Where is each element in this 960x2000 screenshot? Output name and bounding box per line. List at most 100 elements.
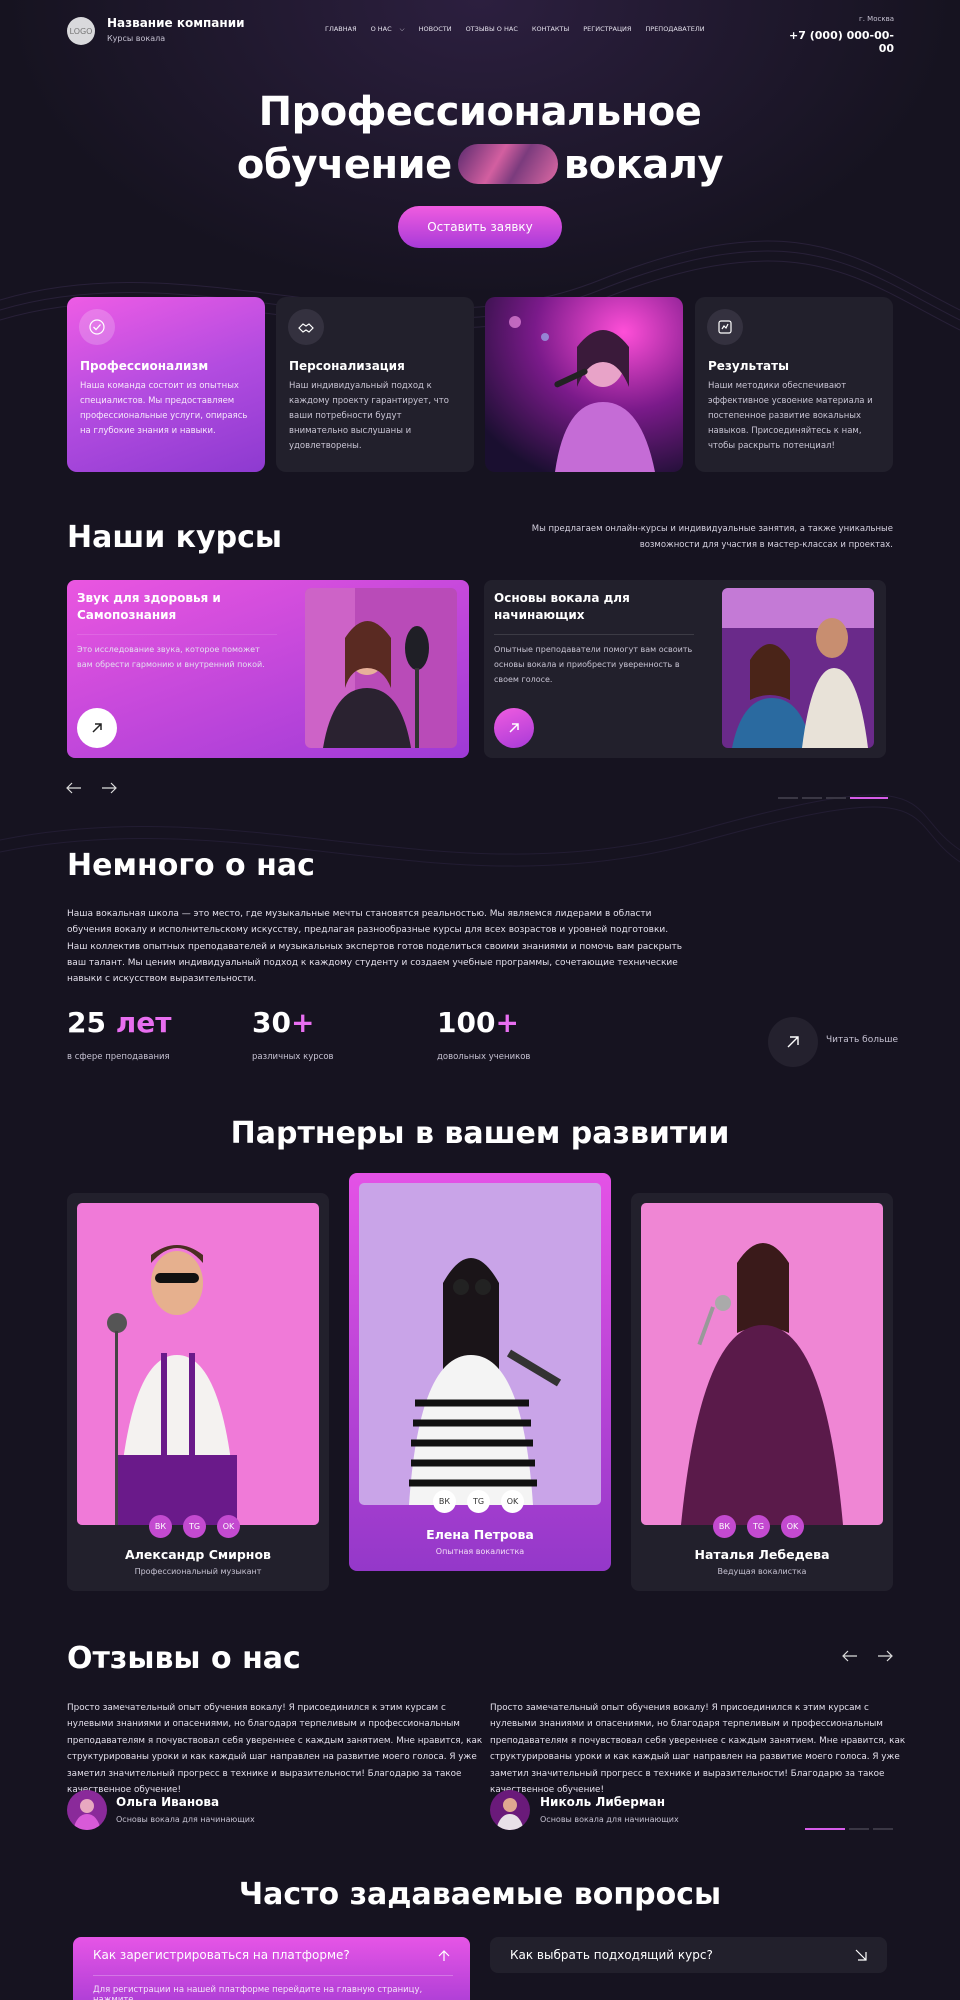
- reviewer-avatar: [490, 1790, 530, 1830]
- about-title: Немного о нас: [67, 848, 315, 883]
- page-dot-active[interactable]: [805, 1828, 845, 1830]
- read-more-button[interactable]: [768, 1017, 818, 1067]
- courses-title: Наши курсы: [67, 520, 282, 555]
- about-text: Наша вокальная школа — это место, где му…: [67, 909, 683, 985]
- logo[interactable]: LOGO: [67, 17, 95, 45]
- page-dot-active[interactable]: [850, 797, 888, 799]
- chart-check-icon: [707, 309, 743, 345]
- arrow-up-right-icon: [92, 723, 102, 733]
- stat-suffix: +: [290, 1006, 315, 1039]
- stat-label: различных курсов: [252, 1052, 334, 1062]
- partner-name: Александр Смирнов: [125, 1547, 271, 1562]
- partner-photo: [641, 1203, 883, 1525]
- faq-item-open[interactable]: Как зарегистрироваться на платформе? Для…: [73, 1937, 470, 2000]
- reviews-pagination: [805, 1828, 893, 1830]
- vk-icon[interactable]: ВК: [149, 1515, 172, 1538]
- courses-next-button[interactable]: [99, 780, 119, 796]
- feature-card-results: Результаты Наши методики обеспечивают эф…: [695, 297, 893, 472]
- ok-icon[interactable]: OK: [781, 1515, 804, 1538]
- faq-item[interactable]: Как выбрать подходящий курс?: [490, 1937, 887, 1973]
- arrow-up-right-icon: [787, 1036, 799, 1048]
- course-photo: [722, 588, 874, 748]
- nav-item-contacts[interactable]: Контакты: [532, 25, 569, 34]
- telegram-icon[interactable]: TG: [183, 1515, 206, 1538]
- partner-card-2[interactable]: ВК TG OK Елена Петрова Опытная вокалистк…: [349, 1173, 611, 1571]
- feature-title: Результаты: [708, 359, 789, 373]
- request-button[interactable]: Оставить заявку: [398, 206, 562, 248]
- review-text: Просто замечательный опыт обучения вокал…: [67, 1703, 483, 1796]
- faq-answer: Для регистрации на нашей платформе перей…: [93, 1985, 423, 2000]
- partner-role: Ведущая вокалистка: [717, 1567, 807, 1576]
- ok-icon[interactable]: OK: [501, 1490, 524, 1513]
- company-subtitle: Курсы вокала: [107, 34, 166, 43]
- city-label: г. Москва: [859, 15, 894, 23]
- vk-icon[interactable]: ВК: [713, 1515, 736, 1538]
- partner-card-1[interactable]: ВК TG OK Александр Смирнов Профессиональ…: [67, 1193, 329, 1591]
- reviews-prev-button[interactable]: [840, 1648, 860, 1664]
- faq-title: Часто задаваемые вопросы: [238, 1877, 722, 1912]
- page-dot[interactable]: [826, 797, 846, 799]
- course-open-button[interactable]: [494, 708, 534, 748]
- hero-title-word1: обучение: [236, 142, 452, 188]
- stat-number: 100: [437, 1006, 496, 1039]
- page-dot[interactable]: [873, 1828, 893, 1830]
- nav-item-teachers[interactable]: Преподаватели: [645, 25, 704, 34]
- reviewer-course: Основы вокала для начинающих: [540, 1815, 679, 1824]
- hero-title: Профессиональное обучение вокалу: [0, 86, 960, 192]
- telegram-icon[interactable]: TG: [467, 1490, 490, 1513]
- read-more-link[interactable]: Читать больше: [826, 1035, 898, 1045]
- arrow-left-icon: [66, 782, 81, 794]
- faq-question: Как зарегистрироваться на платформе?: [93, 1948, 350, 1962]
- courses-pagination: [778, 797, 888, 799]
- reviews-title: Отзывы о нас: [67, 1641, 301, 1676]
- nav-item-news[interactable]: Новости: [419, 25, 452, 34]
- ok-icon[interactable]: OK: [217, 1515, 240, 1538]
- page-dot[interactable]: [802, 797, 822, 799]
- reviews-next-button[interactable]: [875, 1648, 895, 1664]
- feature-card-professionalism: Профессионализм Наша команда состоит из …: [67, 297, 265, 472]
- phone-link[interactable]: +7 (000) 000-00-00: [780, 29, 894, 55]
- partner-photo: [77, 1203, 319, 1525]
- stat-number: 25: [67, 1006, 106, 1039]
- vk-icon[interactable]: ВК: [433, 1490, 456, 1513]
- courses-prev-button[interactable]: [64, 780, 84, 796]
- stat-label: в сфере преподавания: [67, 1052, 170, 1062]
- nav-item-about[interactable]: О нас ⌵: [371, 25, 405, 34]
- singer-photo: [485, 297, 683, 472]
- arrow-up-icon: [438, 1950, 450, 1961]
- review-text: Просто замечательный опыт обучения вокал…: [490, 1703, 906, 1796]
- nav-item-registration[interactable]: Регистрация: [583, 25, 631, 34]
- hero-pill-image: [457, 144, 558, 184]
- page-dot[interactable]: [778, 797, 798, 799]
- stat-label: довольных учеников: [437, 1052, 531, 1062]
- arrow-up-right-icon: [509, 723, 519, 733]
- partner-card-3[interactable]: ВК TG OK Наталья Лебедева Ведущая вокали…: [631, 1193, 893, 1591]
- stat-years: 25 лет: [67, 1006, 171, 1039]
- stat-suffix: лет: [105, 1006, 172, 1039]
- partner-photo: [359, 1183, 601, 1505]
- partner-role: Профессиональный музыкант: [134, 1567, 262, 1576]
- company-name: Название компании: [107, 16, 245, 30]
- page-dot[interactable]: [849, 1828, 869, 1830]
- course-card-2[interactable]: Основы вокала для начинающих Опытные пре…: [484, 580, 886, 758]
- stat-number: 30: [252, 1006, 291, 1039]
- reviewer-name: Николь Либерман: [540, 1795, 666, 1809]
- nav-item-reviews[interactable]: Отзывы о нас: [466, 25, 518, 34]
- feature-title: Профессионализм: [80, 359, 209, 373]
- reviewer-avatar: [67, 1790, 107, 1830]
- nav-item-home[interactable]: Главная: [325, 25, 357, 34]
- arrow-right-icon: [878, 1650, 893, 1662]
- stat-suffix: +: [495, 1006, 519, 1039]
- course-title: Звук для здоровья и Самопознания: [77, 591, 221, 622]
- arrow-right-icon: [102, 782, 117, 794]
- course-title: Основы вокала для начинающих: [494, 591, 630, 622]
- course-card-1[interactable]: Звук для здоровья и Самопознания Это исс…: [67, 580, 469, 758]
- stat-courses: 30+: [252, 1006, 314, 1039]
- arrow-left-icon: [842, 1650, 857, 1662]
- main-nav: Главная О нас ⌵ Новости Отзывы о нас Конт…: [325, 25, 705, 34]
- telegram-icon[interactable]: TG: [747, 1515, 770, 1538]
- course-divider: [77, 634, 277, 635]
- course-open-button[interactable]: [77, 708, 117, 748]
- hero-title-word2: вокалу: [563, 142, 724, 188]
- partner-social: ВК TG OK: [713, 1515, 804, 1538]
